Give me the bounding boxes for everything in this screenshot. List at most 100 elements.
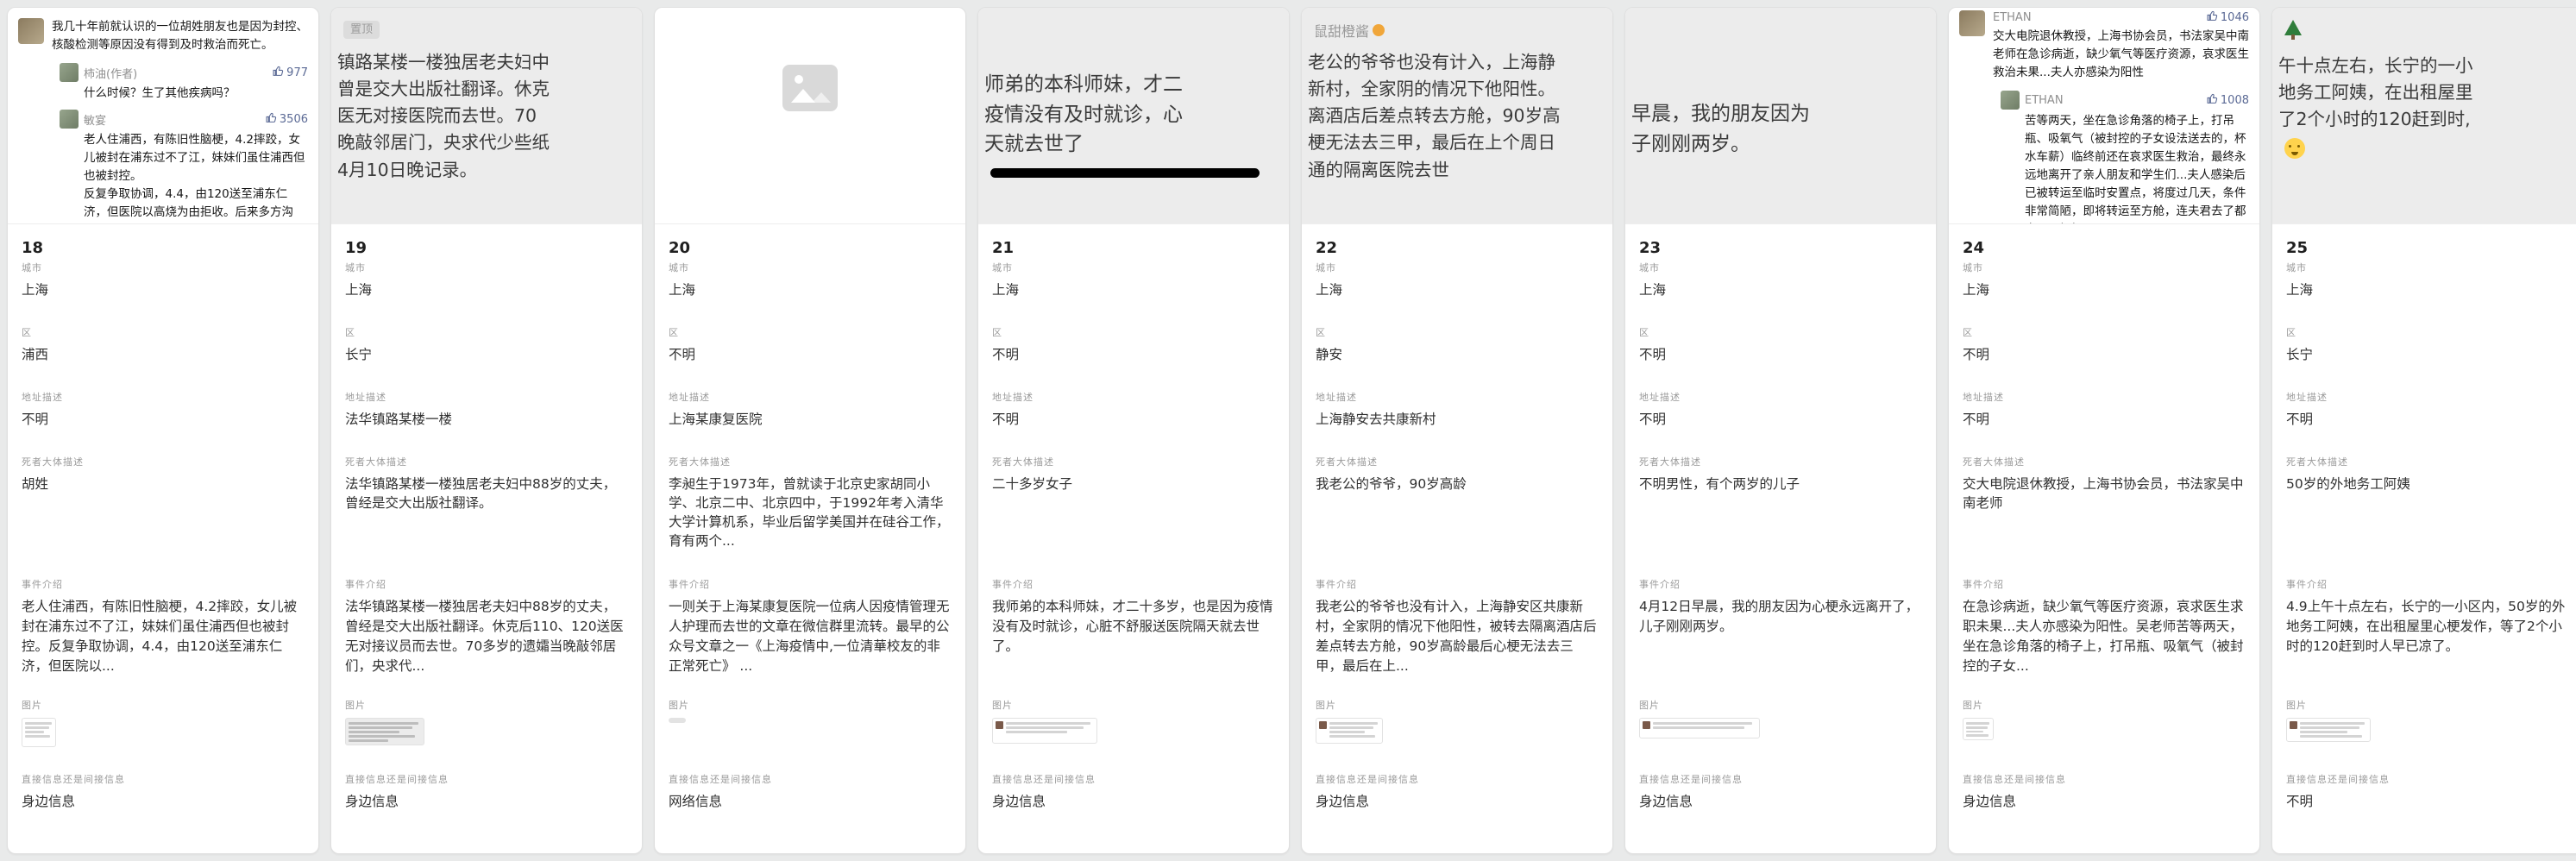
field-label-address: 地址描述 xyxy=(1963,390,2246,404)
field-label-address: 地址描述 xyxy=(1316,390,1599,404)
comment-text: 苦等两天，坐在急诊角落的椅子上，打吊瓶、吸氧气（被封控的子女设法送去的，杯水车薪… xyxy=(2025,112,2249,224)
attachment-thumbnail-slot xyxy=(1639,718,1922,738)
like-count-value: 1046 xyxy=(2221,11,2249,24)
spacer xyxy=(1637,20,1936,99)
post-emoji-bottom xyxy=(2284,138,2576,162)
record-card[interactable]: 我几十年前就认识的一位胡姓朋友也是因为封控、核酸检测等原因没有得到及时救治而死亡… xyxy=(7,7,319,854)
field-value-source: 不明 xyxy=(2286,792,2569,811)
text-post: 鼠甜橙酱老公的爷爷也没有计入，上海静新村，全家阴的情况下他阳性。离酒店后差点转去… xyxy=(1302,8,1612,184)
pine-tree-emoji xyxy=(2284,20,2302,41)
comment-author: ETHAN xyxy=(2025,94,2064,107)
thumbs-up-icon xyxy=(2207,93,2218,108)
field-label-district: 区 xyxy=(992,325,1275,339)
attachment-text-lines xyxy=(2300,721,2367,738)
thumbs-up-icon xyxy=(2207,10,2218,25)
attachment-thumbnail-slot xyxy=(992,718,1275,744)
avatar xyxy=(60,110,79,129)
record-card[interactable]: 早晨，我的朋友因为子刚刚两岁。 23 城市 上海 区 不明 地址描述 不明 死者… xyxy=(1624,7,1937,854)
comment-thread: ETHAN1046交大电院退休教授，上海书协会员，书法家吴中南老师在急诊病逝，缺… xyxy=(1949,8,2259,224)
field-label-source: 直接信息还是间接信息 xyxy=(345,772,628,786)
comment-author: 柿油(作者) xyxy=(84,65,137,81)
image-placeholder-icon xyxy=(782,65,838,111)
post-author-name: 鼠甜橙酱 xyxy=(1314,20,1369,41)
field-label-image: 图片 xyxy=(669,698,952,712)
comment-header: ETHAN 1008 xyxy=(2001,91,2249,110)
field-value-address: 上海静安去共康新村 xyxy=(1316,410,1599,429)
record-card[interactable]: ETHAN1046交大电院退休教授，上海书协会员，书法家吴中南老师在急诊病逝，缺… xyxy=(1948,7,2260,854)
field-label-city: 城市 xyxy=(1639,261,1922,274)
avatar xyxy=(18,18,44,44)
record-card[interactable]: 鼠甜橙酱老公的爷爷也没有计入，上海静新村，全家阴的情况下他阳性。离酒店后差点转去… xyxy=(1301,7,1613,854)
reply-comment: 柿油(作者)977什么时候？生了其他疾病吗？ xyxy=(60,63,308,103)
record-number: 23 xyxy=(1639,235,1922,261)
field-label-event: 事件介绍 xyxy=(1963,577,2246,591)
field-label-deceased: 死者大体描述 xyxy=(1316,455,1599,468)
record-cover-image: 我几十年前就认识的一位胡姓朋友也是因为封控、核酸检测等原因没有得到及时救治而死亡… xyxy=(8,8,318,224)
thumbs-up-icon xyxy=(266,112,277,127)
field-value-event: 法华镇路某楼一楼独居老夫妇中88岁的丈夫，曾经是交大出版社翻译。休克后110、1… xyxy=(345,597,628,676)
field-label-image: 图片 xyxy=(992,698,1275,712)
record-number: 20 xyxy=(669,235,952,261)
field-label-image: 图片 xyxy=(22,698,305,712)
crying-face-emoji xyxy=(2284,138,2305,159)
field-value-district: 浦西 xyxy=(22,345,305,364)
attachment-text-lines xyxy=(1653,721,1756,735)
post-author: 鼠甜橙酱 xyxy=(1314,20,1612,41)
field-value-city: 上海 xyxy=(669,280,952,299)
field-value-deceased: 李昶生于1973年，曾就读于北京史家胡同小学、北京二中、北京四中，于1992年考… xyxy=(669,474,952,550)
field-label-image: 图片 xyxy=(1639,698,1922,712)
field-label-district: 区 xyxy=(22,325,305,339)
field-value-city: 上海 xyxy=(2286,280,2569,299)
field-label-event: 事件介绍 xyxy=(992,577,1275,591)
field-label-district: 区 xyxy=(1316,325,1599,339)
record-card[interactable]: 20 城市 上海 区 不明 地址描述 上海某康复医院 死者大体描述 李昶生于19… xyxy=(654,7,966,854)
post-text: 早晨，我的朋友因为子刚刚两岁。 xyxy=(1631,99,1936,159)
post-text-line: 午十点左右，长宁的一小 xyxy=(2278,53,2576,79)
attachment-thumbnail-slot xyxy=(22,718,305,747)
record-fields: 25 城市 上海 区 长宁 地址描述 不明 死者大体描述 50岁的外地务工阿姨 … xyxy=(2272,224,2576,853)
field-value-event: 我师弟的本科师妹，才二十多岁，也是因为疫情没有及时就诊，心脏不舒服送医院隔天就去… xyxy=(992,597,1275,657)
field-label-city: 城市 xyxy=(992,261,1275,274)
field-label-address: 地址描述 xyxy=(22,390,305,404)
field-label-address: 地址描述 xyxy=(992,390,1275,404)
text-post: 置顶镇路某楼一楼独居老夫妇中曾是交大出版社翻译。休克医无对接医院而去世。70晚敲… xyxy=(331,8,642,184)
post-text: 老公的爷爷也没有计入，上海静新村，全家阴的情况下他阳性。离酒店后差点转去方舱，9… xyxy=(1308,49,1612,184)
field-label-image: 图片 xyxy=(2286,698,2569,712)
field-value-source: 身边信息 xyxy=(345,792,628,811)
field-label-deceased: 死者大体描述 xyxy=(22,455,305,468)
record-cover-image: ETHAN1046交大电院退休教授，上海书协会员，书法家吴中南老师在急诊病逝，缺… xyxy=(1949,8,2259,224)
field-label-city: 城市 xyxy=(2286,261,2569,274)
record-cover-image: 鼠甜橙酱老公的爷爷也没有计入，上海静新村，全家阴的情况下他阳性。离酒店后差点转去… xyxy=(1302,8,1612,224)
attachment-thumbnail xyxy=(1639,718,1760,738)
record-number: 19 xyxy=(345,235,628,261)
image-placeholder-wrap xyxy=(655,8,965,111)
field-label-district: 区 xyxy=(2286,325,2569,339)
record-fields: 21 城市 上海 区 不明 地址描述 不明 死者大体描述 二十多岁女子 事件介绍… xyxy=(978,224,1289,853)
record-card[interactable]: 师弟的本科师妹，才二疫情没有及时就诊，心天就去世了 21 城市 上海 区 不明 … xyxy=(977,7,1290,854)
field-value-district: 不明 xyxy=(992,345,1275,364)
field-value-source: 身边信息 xyxy=(1316,792,1599,811)
comment-body: 我几十年前就认识的一位胡姓朋友也是因为封控、核酸检测等原因没有得到及时救治而死亡… xyxy=(52,18,308,54)
post-text-line: 天就去世了 xyxy=(984,129,1289,160)
record-card[interactable]: 置顶镇路某楼一楼独居老夫妇中曾是交大出版社翻译。休克医无对接医院而去世。70晚敲… xyxy=(330,7,643,854)
like-count-value: 1008 xyxy=(2221,94,2249,107)
field-value-source: 身边信息 xyxy=(1963,792,2246,811)
post-text: 师弟的本科师妹，才二疫情没有及时就诊，心天就去世了 xyxy=(984,70,1289,160)
field-value-deceased: 胡姓 xyxy=(22,474,305,493)
field-value-event: 老人住浦西，有陈旧性脑梗，4.2摔跤，女儿被封在浦东过不了江，妹妹们虽住浦西但也… xyxy=(22,597,305,676)
attachment-thumbnail xyxy=(1963,718,1994,740)
text-post: 早晨，我的朋友因为子刚刚两岁。 xyxy=(1625,8,1936,159)
reply-comment: 敏宴3506老人住浦西，有陈旧性脑梗，4.2摔跤，女儿被封在浦东过不了江，妹妹们… xyxy=(60,110,308,224)
attachment-thumbnail-slot xyxy=(2286,718,2569,742)
attachment-thumbnail xyxy=(345,718,424,745)
record-card[interactable]: 午十点左右，长宁的一小地务工阿姨，在出租屋里了2个小时的120赶到时, 25 城… xyxy=(2271,7,2576,854)
field-value-address: 不明 xyxy=(1963,410,2246,429)
field-value-deceased: 我老公的爷爷，90岁高龄 xyxy=(1316,474,1599,493)
post-text-line: 梗无法去三甲，最后在上个周日 xyxy=(1308,129,1612,156)
field-value-address: 不明 xyxy=(2286,410,2569,429)
field-label-image: 图片 xyxy=(345,698,628,712)
field-label-address: 地址描述 xyxy=(345,390,628,404)
avatar xyxy=(60,63,79,82)
record-cover-image xyxy=(655,8,965,224)
post-text-line: 早晨，我的朋友因为 xyxy=(1631,99,1936,129)
